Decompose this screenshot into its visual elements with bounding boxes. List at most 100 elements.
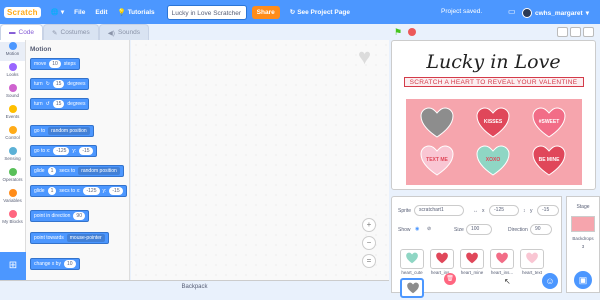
block-dropdown[interactable]: random position — [48, 127, 90, 135]
stage-heart[interactable]: XOXO — [476, 145, 510, 177]
sprite-thumbnail[interactable] — [400, 278, 424, 298]
block-input[interactable]: 15 — [52, 80, 65, 88]
code-workspace[interactable] — [131, 40, 389, 280]
save-status: Project saved. — [441, 8, 483, 15]
block-point-towards[interactable]: point towards mouse-pointer — [30, 232, 109, 244]
block-point-direction[interactable]: point in direction 90 — [30, 210, 89, 222]
zoom-in-button[interactable]: + — [362, 218, 376, 232]
stage-heart[interactable]: TEXT ME — [420, 145, 454, 177]
block-dropdown[interactable]: mouse-pointer — [66, 234, 105, 242]
category-variables[interactable]: Variables — [0, 189, 25, 208]
block-text: y: — [102, 188, 107, 194]
project-title-input[interactable]: Lucky in Love Scratcher — [166, 4, 247, 20]
category-events[interactable]: Events — [0, 105, 25, 124]
block-turn-right[interactable]: turn ↻ 15 degrees — [30, 78, 90, 90]
stage-heart[interactable]: #SWEET — [532, 107, 566, 139]
choose-sprite-button[interactable]: ☺ — [542, 273, 558, 289]
stage-selector[interactable]: Stage Backdrops 3 ▣ — [566, 196, 600, 293]
category-my-blocks[interactable]: My Blocks — [0, 210, 25, 229]
heart-text: XOXO — [485, 157, 501, 163]
block-input[interactable]: 10 — [49, 60, 61, 68]
scratch-logo[interactable]: Scratch — [4, 6, 41, 18]
tab-code-label: Code — [18, 29, 35, 36]
zoom-reset-button[interactable]: = — [362, 254, 376, 268]
block-move-steps[interactable]: move 10 steps — [30, 58, 80, 70]
direction-input[interactable]: 90 — [530, 224, 552, 235]
edit-menu[interactable]: Edit — [95, 9, 107, 16]
block-text: point in direction — [34, 213, 71, 219]
tab-sounds[interactable]: ◀) Sounds — [98, 24, 149, 40]
zoom-reset-icon: = — [366, 256, 372, 265]
sprite-thumbnail[interactable] — [430, 249, 454, 269]
sprite-thumbnail[interactable] — [460, 249, 484, 269]
block-turn-left[interactable]: turn ↺ 15 degrees — [30, 98, 90, 110]
block-glide-to[interactable]: glide 1 secs to random position — [30, 165, 124, 177]
block-input[interactable]: 15 — [52, 100, 65, 108]
category-operators[interactable]: Operators — [0, 168, 25, 187]
tutorials-button[interactable]: 💡 Tutorials — [118, 8, 155, 17]
fullscreen-icon[interactable] — [583, 27, 594, 37]
stage-heart[interactable] — [420, 107, 454, 139]
block-input[interactable]: -125 — [83, 187, 100, 195]
backpack-bar[interactable]: Backpack — [0, 280, 389, 293]
block-input[interactable]: -15 — [109, 187, 123, 195]
block-go-to[interactable]: go to random position — [30, 125, 94, 137]
account-menu[interactable]: cwhs_margaret ▾ — [522, 8, 589, 18]
block-input[interactable]: 1 — [47, 187, 57, 195]
category-motion[interactable]: Motion — [0, 42, 25, 61]
language-menu[interactable]: 🌐 ▾ — [51, 8, 64, 16]
backdrop-thumbnail — [571, 216, 595, 232]
sprite-thumbnail[interactable] — [520, 249, 544, 269]
small-stage-icon[interactable] — [557, 27, 568, 37]
size-input[interactable]: 100 — [466, 224, 492, 235]
show-hidden-icon[interactable]: ⊘ — [427, 226, 431, 232]
block-input[interactable]: -125 — [53, 147, 70, 155]
block-input[interactable]: 10 — [63, 260, 76, 268]
sprite-thumbnail[interactable] — [490, 249, 514, 269]
tab-costumes-label: Costumes — [60, 29, 90, 36]
x-input[interactable]: -125 — [489, 205, 519, 216]
heart-icon — [420, 107, 454, 138]
tab-costumes[interactable]: ✎ Costumes — [43, 24, 99, 40]
add-extension-button[interactable]: ⊞ — [0, 252, 26, 280]
block-input[interactable]: -15 — [79, 147, 93, 155]
green-flag-icon[interactable]: ⚑ — [394, 27, 402, 38]
block-go-to-xy[interactable]: go to x: -125 y: -15 — [30, 145, 97, 157]
tab-code[interactable]: ▬ Code — [0, 24, 44, 40]
cat-icon: ☺ — [545, 276, 555, 286]
stop-icon[interactable] — [408, 28, 416, 36]
sprite-thumbnail[interactable] — [400, 249, 424, 269]
share-button[interactable]: Share — [251, 5, 280, 19]
zoom-out-button[interactable]: − — [362, 236, 376, 250]
y-input[interactable]: -15 — [537, 205, 559, 216]
delete-sprite-button[interactable]: 🗑 — [444, 273, 456, 285]
show-visible-icon[interactable]: ◉ — [415, 226, 419, 232]
block-input[interactable]: 90 — [73, 212, 85, 220]
choose-backdrop-button[interactable]: ▣ — [574, 271, 592, 289]
heart-text: TEXT ME — [426, 157, 448, 163]
large-stage-icon[interactable] — [570, 27, 581, 37]
block-change-x[interactable]: change x by 10 — [30, 258, 80, 270]
category-looks[interactable]: Looks — [0, 63, 25, 82]
sprite-name-input[interactable]: scratchart1 — [414, 205, 464, 216]
category-control[interactable]: Control — [0, 126, 25, 145]
stage-heart[interactable]: BE MINE — [532, 145, 566, 177]
category-label: Variables — [3, 198, 22, 203]
stage-canvas[interactable]: Lucky in Love SCRATCH A HEART TO REVEAL … — [391, 40, 596, 190]
category-sensing[interactable]: Sensing — [0, 147, 25, 166]
file-menu[interactable]: File — [74, 9, 85, 16]
category-label: My Blocks — [2, 219, 23, 224]
globe-icon: 🌐 — [50, 9, 59, 16]
stage-heart[interactable]: KISSES — [476, 107, 510, 139]
block-input[interactable]: 1 — [47, 167, 57, 175]
category-label: Looks — [6, 72, 19, 77]
block-text: turn — [34, 81, 43, 87]
hearts-panel: KISSES #SWEET TEXT ME XOXO BE MINE — [406, 99, 582, 185]
see-project-page-button[interactable]: ↻ See Project Page — [290, 8, 350, 17]
category-dot-icon — [8, 126, 17, 134]
block-dropdown[interactable]: random position — [78, 167, 120, 175]
category-sound[interactable]: Sound — [0, 84, 25, 103]
speaker-icon: ◀) — [107, 29, 115, 37]
folder-icon[interactable]: ▭ — [508, 7, 516, 16]
block-glide-to-xy[interactable]: glide 1 secs to x: -125 y: -15 — [30, 185, 127, 197]
